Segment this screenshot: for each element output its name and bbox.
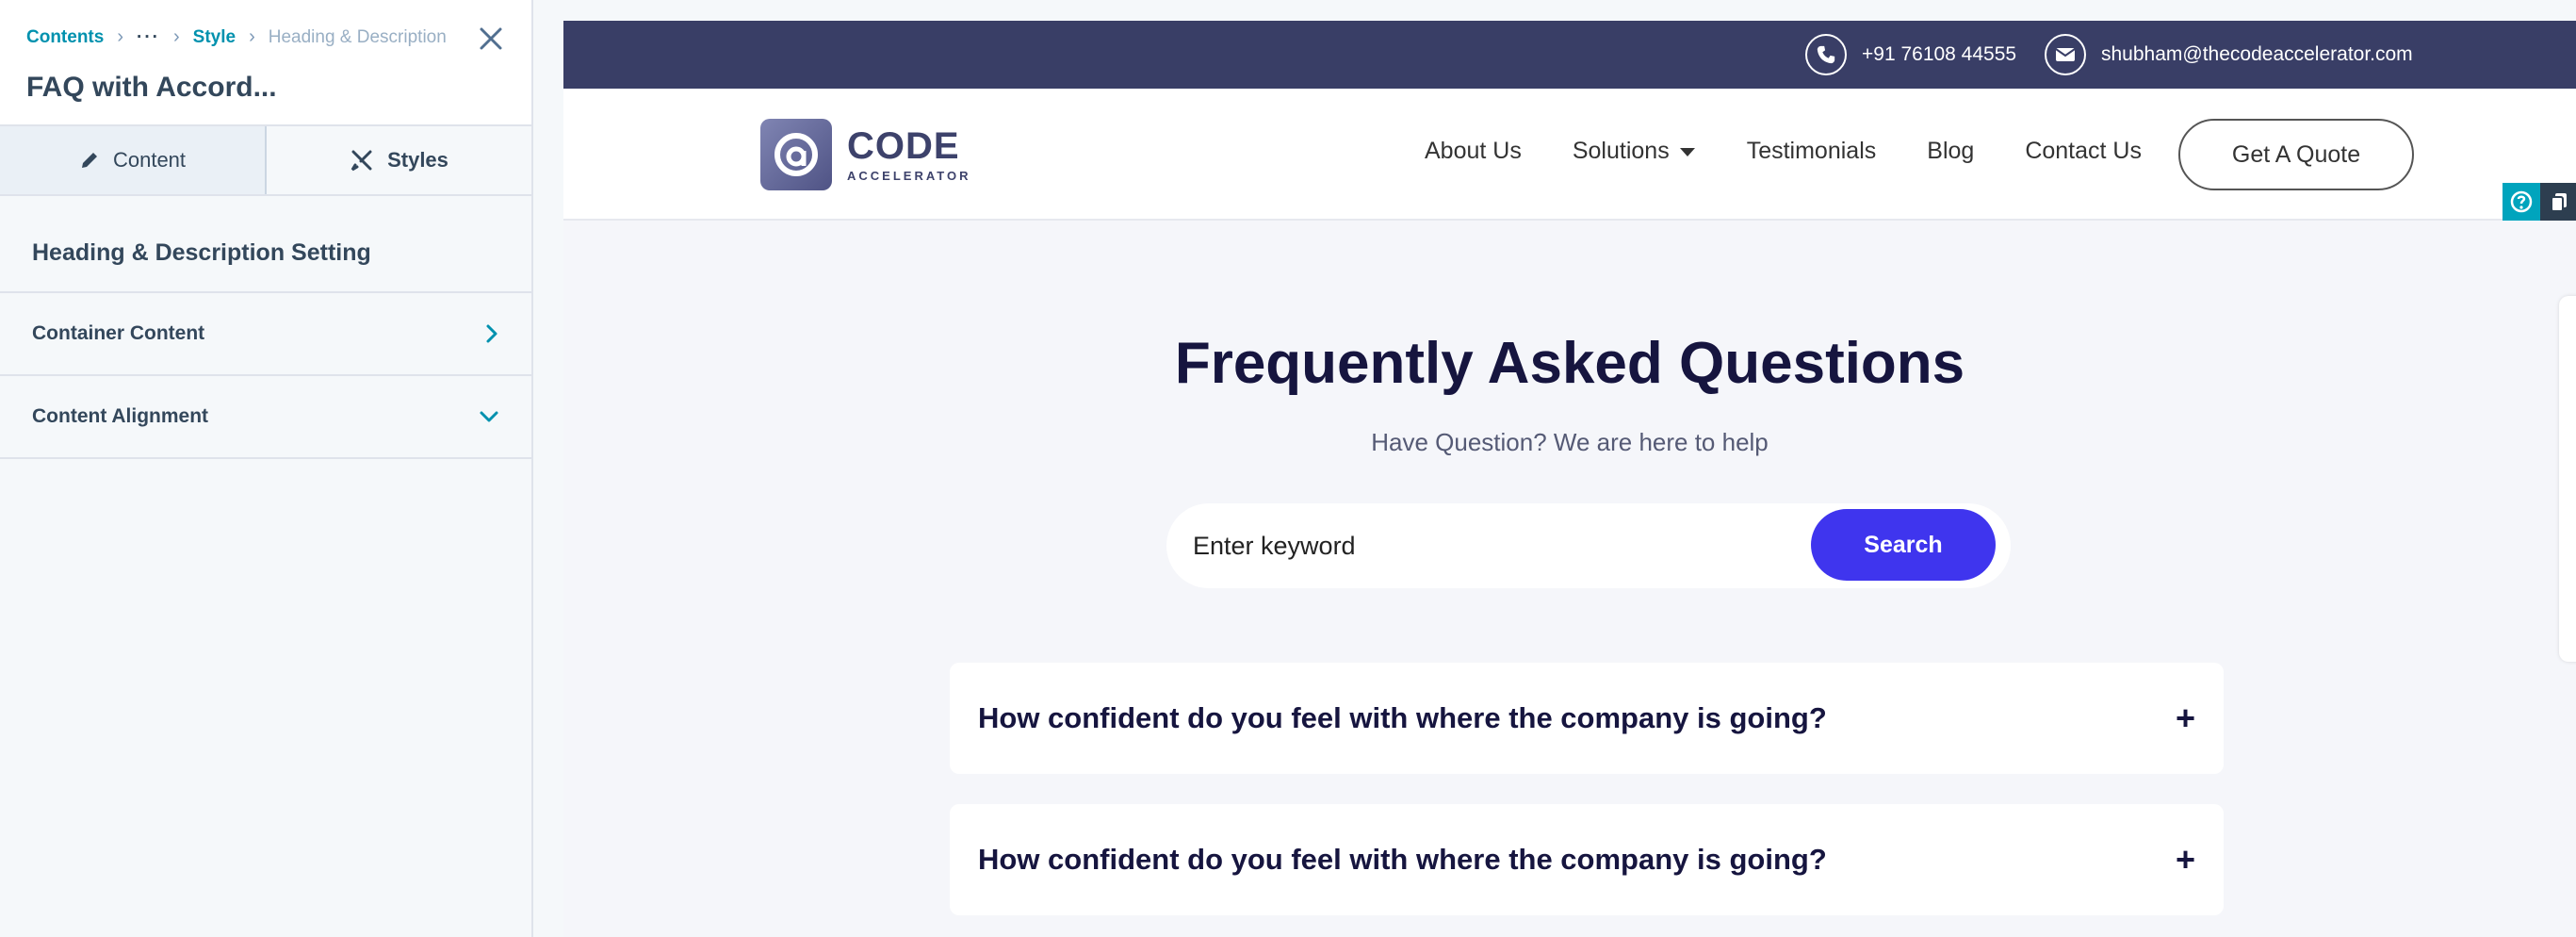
chevron-right-icon: › xyxy=(172,26,180,47)
search-input[interactable] xyxy=(1193,522,1796,569)
mail-icon xyxy=(2045,34,2086,75)
faq-item[interactable]: How confident do you feel with where the… xyxy=(950,663,2224,774)
editor-header: Contents › ··· › Style › Heading & Descr… xyxy=(0,0,531,126)
faq-item[interactable]: How confident do you feel with where the… xyxy=(950,804,2224,915)
breadcrumb: Contents › ··· › Style › Heading & Descr… xyxy=(26,26,447,48)
faq-subheading: Have Question? We are here to help xyxy=(1371,428,1769,456)
breadcrumb-current: Heading & Description xyxy=(268,26,447,47)
editor-tabs: Content Styles xyxy=(0,126,531,196)
nav-solutions-label: Solutions xyxy=(1572,138,1670,164)
nav-about-us[interactable]: About Us xyxy=(1425,138,1522,165)
pencil-icon xyxy=(81,153,97,168)
section-title: Heading & Description Setting xyxy=(0,196,531,293)
tab-content[interactable]: Content xyxy=(0,126,267,194)
panel-title: FAQ with Accord... xyxy=(26,72,277,103)
faq-question: How confident do you feel with where the… xyxy=(978,701,1827,734)
chevron-right-icon xyxy=(486,324,497,343)
help-icon[interactable] xyxy=(2503,183,2540,221)
chevron-right-icon: › xyxy=(249,26,255,47)
breadcrumb-ellipsis[interactable]: ··· xyxy=(137,27,160,48)
site-logo[interactable]: CODE ACCELERATOR xyxy=(760,119,970,190)
chevron-right-icon: › xyxy=(117,26,123,47)
faq-question: How confident do you feel with where the… xyxy=(978,843,1827,876)
preview-tools xyxy=(2503,183,2576,221)
main-nav: About Us Solutions Testimonials Blog Con… xyxy=(1425,138,2142,165)
copy-icon[interactable] xyxy=(2540,183,2576,221)
tab-styles-label: Styles xyxy=(387,148,448,172)
site-navbar: CODE ACCELERATOR About Us Solutions Test… xyxy=(563,89,2576,221)
get-quote-button[interactable]: Get A Quote xyxy=(2178,119,2414,190)
faq-heading: Frequently Asked Questions xyxy=(1174,331,1965,396)
page-preview: +91 76108 44555 shubham@thecodeaccelerat… xyxy=(563,21,2576,937)
phone-icon xyxy=(1805,34,1847,75)
tab-styles[interactable]: Styles xyxy=(267,126,531,194)
plus-icon: + xyxy=(2175,699,2195,737)
group-label: Container Content xyxy=(32,322,205,344)
logo-subtext: ACCELERATOR xyxy=(847,168,971,183)
phone-number: +91 76108 44555 xyxy=(1862,43,2017,65)
caret-down-icon xyxy=(1679,148,1695,157)
close-icon[interactable] xyxy=(475,25,507,57)
search-button[interactable]: Search xyxy=(1811,509,1996,581)
nav-testimonials[interactable]: Testimonials xyxy=(1747,138,1877,165)
email-contact[interactable]: shubham@thecodeaccelerator.com xyxy=(2045,34,2413,75)
group-label: Content Alignment xyxy=(32,405,209,427)
nav-contact-us[interactable]: Contact Us xyxy=(2025,138,2142,165)
chevron-down-icon xyxy=(480,411,498,422)
tab-content-label: Content xyxy=(112,148,187,172)
group-container-content[interactable]: Container Content xyxy=(0,293,531,376)
breadcrumb-contents[interactable]: Contents xyxy=(26,27,104,48)
nav-blog[interactable]: Blog xyxy=(1927,138,1974,165)
brush-icon xyxy=(351,150,372,172)
breadcrumb-style[interactable]: Style xyxy=(193,27,236,48)
offscreen-panel-edge xyxy=(2559,296,2576,662)
phone-contact[interactable]: +91 76108 44555 xyxy=(1805,34,2016,75)
plus-icon: + xyxy=(2175,840,2195,879)
nav-solutions[interactable]: Solutions xyxy=(1573,138,1696,165)
email-address: shubham@thecodeaccelerator.com xyxy=(2101,43,2413,65)
logo-text: CODE xyxy=(847,124,960,167)
editor-panel: Contents › ··· › Style › Heading & Descr… xyxy=(0,0,533,937)
group-content-alignment[interactable]: Content Alignment xyxy=(0,376,531,459)
logo-mark xyxy=(760,119,832,190)
faq-search: Search xyxy=(1166,503,2011,588)
contact-bar: +91 76108 44555 shubham@thecodeaccelerat… xyxy=(563,21,2576,89)
